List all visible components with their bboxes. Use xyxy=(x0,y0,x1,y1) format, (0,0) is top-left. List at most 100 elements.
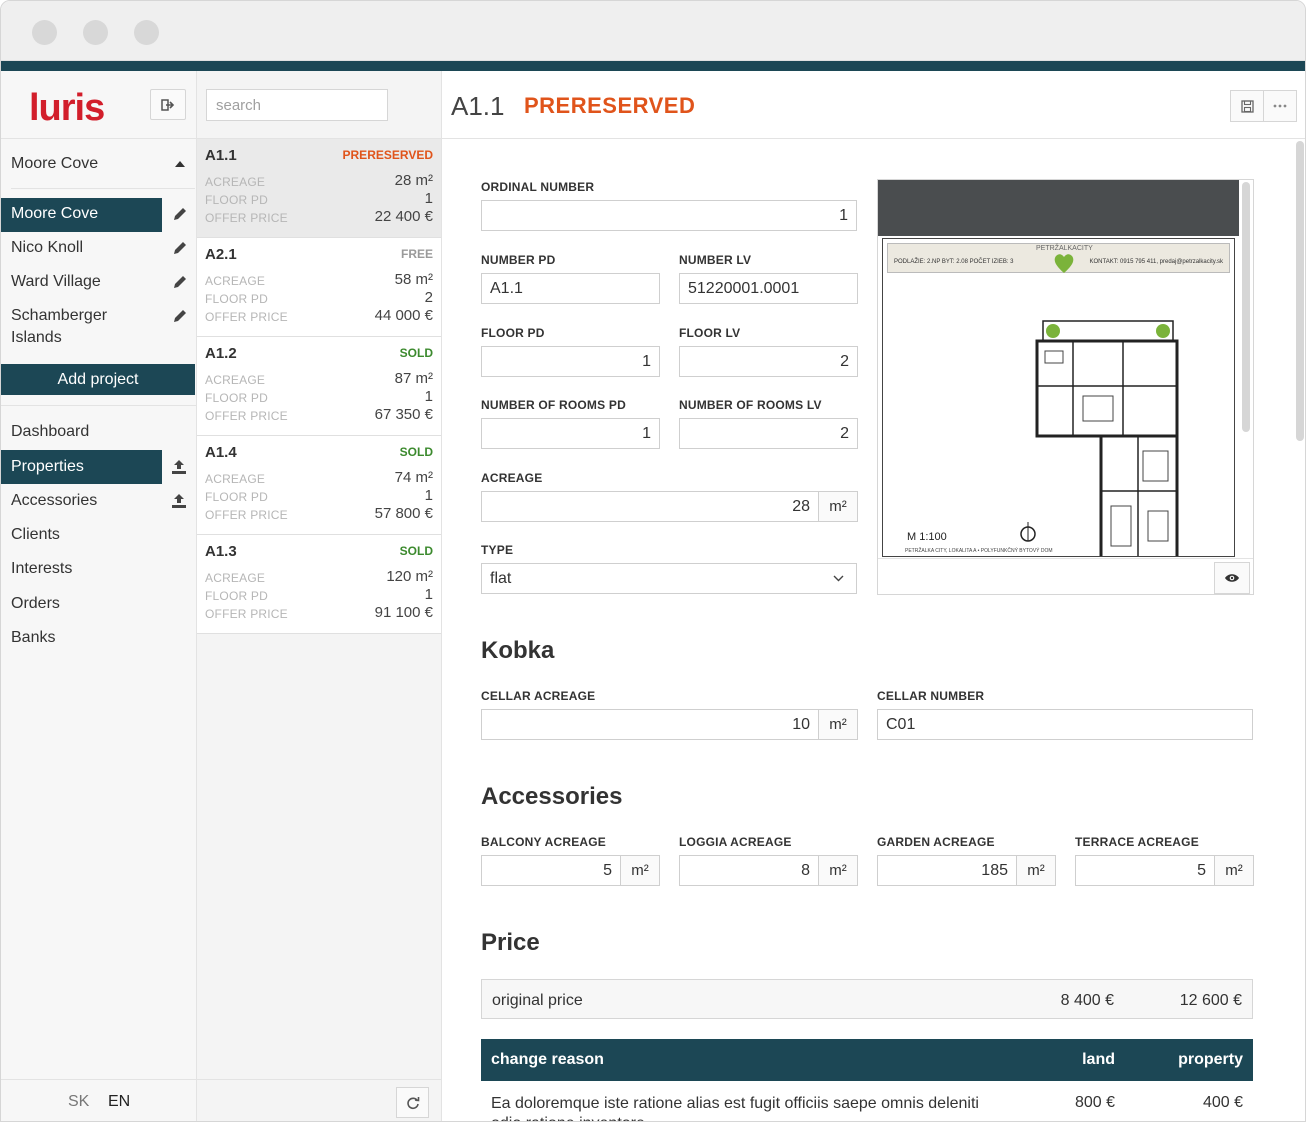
number-pd-field[interactable]: A1.1 xyxy=(481,273,660,304)
status-badge: PRERESERVED xyxy=(524,93,696,118)
floorplan-toolbar xyxy=(878,558,1253,595)
window-titlebar xyxy=(1,1,1305,61)
acreage-value: 58 m² xyxy=(394,271,433,288)
acreage-label: ACREAGE xyxy=(205,472,266,486)
number-lv-field[interactable]: 51220001.0001 xyxy=(679,273,858,304)
project-item-schamberger-islands[interactable]: Schamberger Islands xyxy=(1,300,197,356)
pencil-icon[interactable] xyxy=(172,240,188,256)
table-row[interactable]: Ea doloremque iste ratione alias est fug… xyxy=(481,1081,1253,1121)
floorplan-preview: PODLAŽIE: 2.NP BYT: 2.08 POČET IZIEB: 3 … xyxy=(877,179,1254,595)
project-item-label: Schamberger Islands xyxy=(11,307,108,346)
column-header-property: property xyxy=(1178,1051,1243,1068)
project-item-ward-village[interactable]: Ward Village xyxy=(1,266,197,300)
balcony-acreage-label: BALCONY ACREAGE xyxy=(481,835,607,849)
main-scrollbar[interactable] xyxy=(1296,141,1304,441)
sidebar-divider xyxy=(1,405,197,406)
price-value: 44 000 € xyxy=(374,307,433,324)
type-label: TYPE xyxy=(481,543,514,557)
acreage-label: ACREAGE xyxy=(205,175,266,189)
search-input[interactable] xyxy=(206,89,388,121)
floorplan-header-band xyxy=(878,180,1239,236)
rooms-pd-field[interactable]: 1 xyxy=(481,418,660,449)
type-select[interactable]: flat xyxy=(481,563,857,594)
terrace-acreage-field[interactable]: 5 xyxy=(1075,855,1215,886)
nav-item-banks[interactable]: Banks xyxy=(1,621,197,655)
acreage-label: ACREAGE xyxy=(481,471,543,485)
cellar-acreage-field[interactable]: 10 xyxy=(481,709,819,740)
heart-logo-icon xyxy=(1054,254,1074,273)
property-card[interactable]: A1.3 SOLD ACREAGE FLOOR PD OFFER PRICE 120 m²… xyxy=(197,535,441,634)
balcony-acreage-field[interactable]: 5 xyxy=(481,855,621,886)
property-card[interactable]: A1.2 SOLD ACREAGE FLOOR PD OFFER PRICE 87 m² 1… xyxy=(197,337,441,436)
unit-addon: m² xyxy=(819,491,858,522)
property-code: A1.4 xyxy=(205,444,237,461)
floor-lv-field[interactable]: 2 xyxy=(679,346,858,377)
language-en[interactable]: EN xyxy=(108,1093,130,1111)
garden-acreage-label: GARDEN ACREAGE xyxy=(877,835,995,849)
nav-item-properties[interactable]: Properties xyxy=(1,450,197,484)
acreage-field[interactable]: 28 xyxy=(481,491,819,522)
upload-icon[interactable] xyxy=(171,493,187,509)
save-button[interactable] xyxy=(1230,90,1264,122)
floorplan-image: PODLAŽIE: 2.NP BYT: 2.08 POČET IZIEB: 3 … xyxy=(882,238,1235,557)
chevron-up-icon xyxy=(175,161,185,167)
sidebar-divider xyxy=(1,138,197,139)
sidebar-divider xyxy=(11,188,195,189)
app-window: luris Moore Cove Moore Cove Nico Knoll W… xyxy=(0,0,1306,1122)
logout-button[interactable] xyxy=(150,89,186,120)
pencil-icon[interactable] xyxy=(172,274,188,290)
window-maximize-dot[interactable] xyxy=(134,20,159,45)
floorplan-scale: M 1:100 xyxy=(907,531,947,543)
property-card[interactable]: A1.1 PRERESERVED ACREAGE FLOOR PD OFFER PRIC… xyxy=(197,139,441,238)
floorplan-footer: PETRŽALKA CITY, LOKALITA A • POLYFUNKČNÝ… xyxy=(905,548,1053,554)
table-cell-property: 400 € xyxy=(1202,1094,1243,1111)
floor-label: FLOOR PD xyxy=(205,589,268,603)
floor-label: FLOOR PD xyxy=(205,292,268,306)
add-project-button[interactable]: Add project xyxy=(1,364,195,395)
nav-item-clients[interactable]: Clients xyxy=(1,518,197,552)
project-selector[interactable]: Moore Cove xyxy=(11,155,191,183)
pencil-icon[interactable] xyxy=(172,308,188,324)
north-arrow-icon xyxy=(1020,522,1036,542)
window-minimize-dot[interactable] xyxy=(83,20,108,45)
property-card[interactable]: A1.4 SOLD ACREAGE FLOOR PD OFFER PRICE 74 m² 1… xyxy=(197,436,441,535)
sidebar-divider xyxy=(1,1079,197,1080)
language-sk[interactable]: SK xyxy=(68,1093,89,1111)
project-item-nico-knoll[interactable]: Nico Knoll xyxy=(1,232,197,266)
detail-header: A1.1 PRERESERVED xyxy=(442,71,1305,139)
nav-item-accessories[interactable]: Accessories xyxy=(1,484,197,518)
garden-acreage-field[interactable]: 185 xyxy=(877,855,1017,886)
rooms-lv-field[interactable]: 2 xyxy=(679,418,858,449)
nav-item-label: Dashboard xyxy=(11,423,90,440)
terrace-acreage-label: TERRACE ACREAGE xyxy=(1075,835,1199,849)
column-header-land: land xyxy=(1082,1051,1115,1068)
floor-label: FLOOR PD xyxy=(205,391,268,405)
cellar-number-field[interactable]: C01 xyxy=(877,709,1253,740)
acreage-value: 28 m² xyxy=(394,172,433,189)
floor-pd-field[interactable]: 1 xyxy=(481,346,660,377)
loggia-acreage-label: LOGGIA ACREAGE xyxy=(679,835,792,849)
nav-item-dashboard[interactable]: Dashboard xyxy=(1,415,197,449)
price-value: 22 400 € xyxy=(374,208,433,225)
property-code: A1.3 xyxy=(205,543,237,560)
original-price-land: 8 400 € xyxy=(1060,992,1114,1009)
pencil-icon[interactable] xyxy=(172,206,188,222)
project-item-label: Moore Cove xyxy=(11,205,99,222)
acreage-label: ACREAGE xyxy=(205,274,266,288)
refresh-button[interactable] xyxy=(396,1087,429,1118)
property-card[interactable]: A2.1 FREE ACREAGE FLOOR PD OFFER PRICE 58 m² 2… xyxy=(197,238,441,337)
project-item-moore-cove[interactable]: Moore Cove xyxy=(1,198,197,232)
preview-button[interactable] xyxy=(1214,562,1250,594)
window-close-dot[interactable] xyxy=(32,20,57,45)
more-button[interactable] xyxy=(1263,90,1297,122)
price-label: OFFER PRICE xyxy=(205,607,288,621)
loggia-acreage-field[interactable]: 8 xyxy=(679,855,819,886)
ordinal-number-field[interactable]: 1 xyxy=(481,200,857,231)
nav-item-interests[interactable]: Interests xyxy=(1,552,197,586)
property-code: A1.2 xyxy=(205,345,237,362)
upload-icon[interactable] xyxy=(171,459,187,475)
price-value: 67 350 € xyxy=(374,406,433,423)
floorplan-scrollbar[interactable] xyxy=(1242,182,1250,432)
nav-item-orders[interactable]: Orders xyxy=(1,587,197,621)
property-code: A1.1 xyxy=(205,147,237,164)
